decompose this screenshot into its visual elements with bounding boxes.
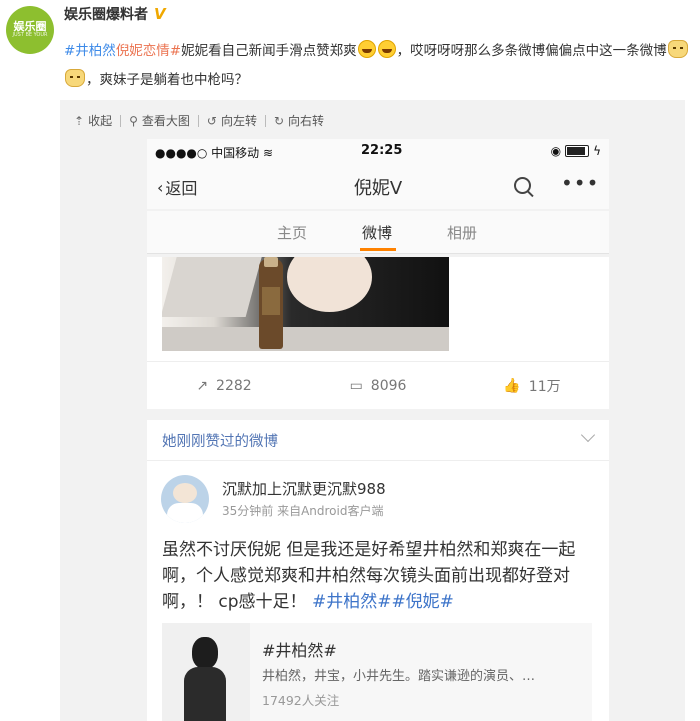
rotate-left-button[interactable]: ↺ 向左转 xyxy=(205,112,259,129)
author-avatar[interactable]: 娱乐圈 JUST BE YOUR xyxy=(6,6,54,54)
rotate-right-label: 向右转 xyxy=(288,114,325,128)
commenter-avatar[interactable] xyxy=(161,475,209,523)
photo-bottle xyxy=(259,257,283,349)
rotate-right-icon: ↻ xyxy=(273,113,285,128)
status-time: 22:25 xyxy=(361,143,403,158)
search-icon[interactable] xyxy=(514,177,531,194)
status-icons: ◉ ϟ xyxy=(551,144,601,158)
rotate-right-button[interactable]: ↻ 向右转 xyxy=(272,112,326,129)
collapse-button[interactable]: ⇡ 收起 xyxy=(72,112,114,129)
commenter-name[interactable]: 沉默加上沉默更沉默988 xyxy=(222,478,386,499)
post-text-part: ，爽妹子是躺着也中枪吗？ xyxy=(86,72,248,88)
rotate-left-label: 向左转 xyxy=(220,114,257,128)
post-text: #井柏然倪妮恋情#妮妮看自己新闻手滑点赞郑爽 ，哎呀呀呀那么多条微博偏偏点中这一条… xyxy=(64,37,694,95)
collapse-icon: ⇡ xyxy=(74,113,85,128)
post-actions: ↗ 2282 ▭ 8096 👍 11万 xyxy=(147,361,609,410)
like-button[interactable]: 👍 11万 xyxy=(455,362,609,410)
wifi-icon: ≋ xyxy=(263,146,274,160)
post-text-part: ，哎呀呀呀那么多条微博偏偏点中这一条微博 xyxy=(396,43,667,59)
more-icon[interactable]: ••• xyxy=(561,171,599,195)
like-count: 11万 xyxy=(528,379,561,395)
carrier-text: ●●●●○ 中国移动 xyxy=(155,146,260,160)
hashtag-link-2[interactable]: 倪妮恋情# xyxy=(116,43,181,59)
liked-post-text: 虽然不讨厌倪妮 但是我还是好希望井柏然和郑爽在一起啊，个人感觉郑爽和井柏然每次镜… xyxy=(162,537,602,615)
post-meta: 35分钟前 来自Android客户端 xyxy=(222,504,384,518)
cat-emoji-icon xyxy=(65,69,85,87)
viewer-toolbar: ⇡ 收起 ⚲ 查看大图 ↺ 向左转 ↻ 向右转 xyxy=(72,112,326,129)
feed-card: ↗ 2282 ▭ 8096 👍 11万 xyxy=(147,257,609,409)
topic-followers: 17492人关注 xyxy=(262,693,340,708)
collapse-label: 收起 xyxy=(88,114,113,128)
comment-icon: ▭ xyxy=(349,378,363,394)
post-text-part: 妮妮看自己新闻手滑点赞郑爽 xyxy=(181,43,357,59)
tab-weibo[interactable]: 微博 xyxy=(362,222,392,243)
phone-screenshot[interactable]: ●●●●○ 中国移动 ≋ 22:25 ◉ ϟ ‹ 返回 倪妮V ••• 主页 微博 … xyxy=(147,139,609,721)
topic-thumbnail xyxy=(162,623,250,721)
post-photo[interactable] xyxy=(162,257,449,351)
page-title: 倪妮V xyxy=(353,178,403,199)
view-large-button[interactable]: ⚲ 查看大图 xyxy=(127,112,192,129)
avatar-subtext: JUST BE YOUR xyxy=(12,32,48,39)
toolbar-divider xyxy=(120,114,122,127)
liked-section-title: 她刚刚赞过的微博 xyxy=(162,434,278,450)
tab-home[interactable]: 主页 xyxy=(277,222,307,243)
comment-count: 8096 xyxy=(370,378,407,394)
author-name[interactable]: 娱乐圈爆料者 xyxy=(64,4,148,24)
topic-description: 井柏然，井宝，小井先生。踏实谦逊的演员、… xyxy=(262,669,536,684)
charging-icon: ϟ xyxy=(593,144,601,158)
photo-table xyxy=(162,327,449,351)
battery-icon xyxy=(565,145,590,157)
verified-badge-icon: V xyxy=(154,5,166,23)
carrier-label: ●●●●○ 中国移动 ≋ xyxy=(155,144,273,161)
repost-icon: ↗ xyxy=(196,378,209,394)
nav-bar: ‹ 返回 倪妮V ••• xyxy=(147,165,609,209)
laugh-emoji-icon xyxy=(377,40,396,58)
repost-button[interactable]: ↗ 2282 xyxy=(147,362,301,410)
tab-album[interactable]: 相册 xyxy=(447,222,477,243)
toolbar-divider xyxy=(264,114,266,127)
liked-weibo-card: 她刚刚赞过的微博 沉默加上沉默更沉默988 35分钟前 来自Android客户端… xyxy=(147,420,609,721)
lock-rotation-icon: ◉ xyxy=(550,144,562,158)
hashtag-link[interactable]: #井柏然 xyxy=(64,43,116,59)
view-large-label: 查看大图 xyxy=(141,114,190,128)
cat-emoji-icon xyxy=(667,40,688,58)
chevron-down-icon[interactable] xyxy=(580,427,596,443)
repost-count: 2282 xyxy=(216,378,252,394)
toolbar-divider xyxy=(197,114,199,127)
author-name-row: 娱乐圈爆料者 V xyxy=(64,4,166,24)
laugh-emoji-icon xyxy=(357,40,376,58)
topic-card[interactable]: #井柏然# 井柏然，井宝，小井先生。踏实谦逊的演员、… 17492人关注 xyxy=(162,623,592,721)
magnifier-icon: ⚲ xyxy=(129,113,138,128)
active-tab-indicator xyxy=(360,248,396,251)
profile-tabs: 主页 微博 相册 xyxy=(147,211,609,254)
topic-title: #井柏然# xyxy=(262,641,337,660)
comment-button[interactable]: ▭ 8096 xyxy=(301,362,455,410)
rotate-left-icon: ↺ xyxy=(206,113,217,128)
like-icon: 👍 xyxy=(503,378,521,394)
liked-header[interactable]: 她刚刚赞过的微博 xyxy=(147,420,609,461)
liked-post-tags[interactable]: #井柏然##倪妮# xyxy=(312,592,454,612)
status-bar: ●●●●○ 中国移动 ≋ 22:25 ◉ ϟ xyxy=(147,139,609,165)
